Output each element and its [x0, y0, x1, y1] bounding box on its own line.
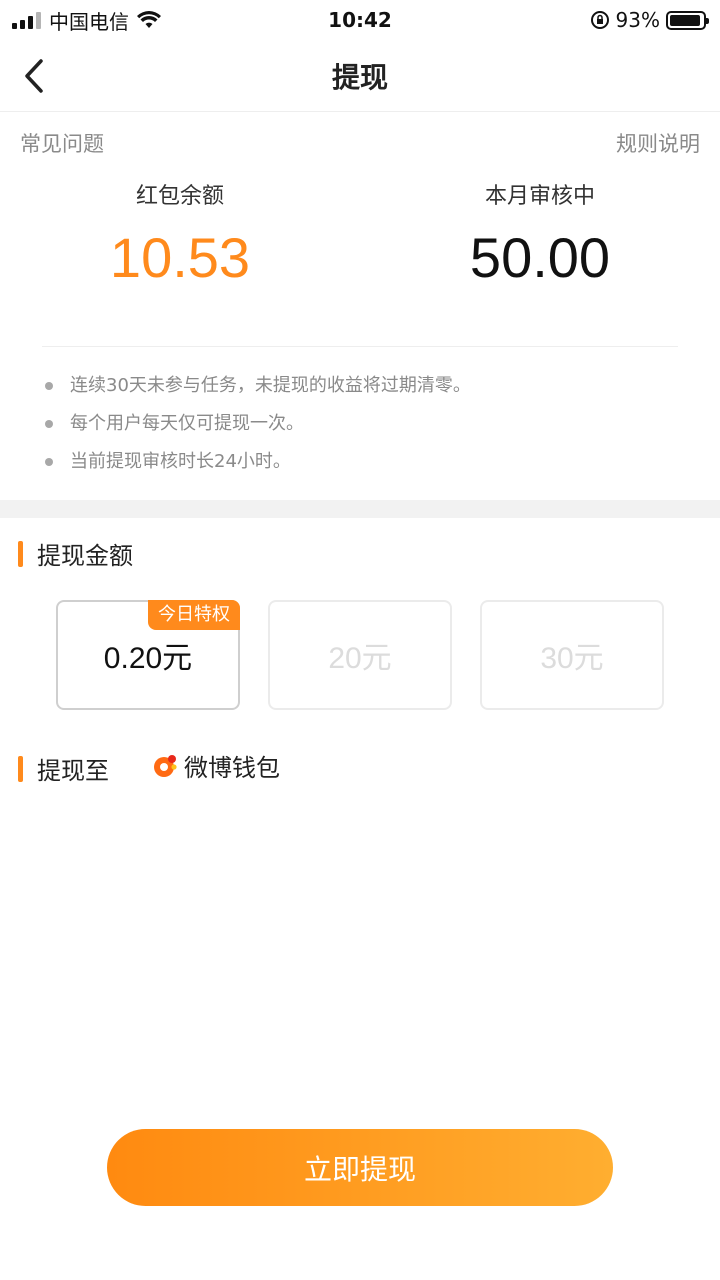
battery-fill [670, 14, 700, 26]
redpacket-balance-value: 10.53 [109, 226, 251, 289]
carrier-label: 中国电信 [49, 9, 129, 34]
signal-icon [12, 11, 41, 29]
rules-link[interactable]: 规则说明 [616, 128, 700, 158]
note-item: 连续30天未参与任务，未提现的收益将过期清零。 [42, 372, 682, 410]
target-section-title: 提现至 [37, 757, 109, 785]
weibo-wallet-option[interactable]: 微博钱包 [152, 748, 280, 783]
amount-option-label: 20元 [328, 642, 392, 675]
battery-icon [666, 10, 709, 30]
redpacket-balance-label: 红包余额 [135, 184, 224, 209]
target-section-header: 提现至 [18, 751, 109, 786]
notes-list: 连续30天未参与任务，未提现的收益将过期清零。 每个用户每天仅可提现一次。 当前… [42, 372, 682, 486]
pending-balance-value: 50.00 [469, 226, 611, 289]
page-title: 提现 [331, 60, 388, 94]
withdraw-now-button[interactable]: 立即提现 [107, 1129, 613, 1206]
note-item: 每个用户每天仅可提现一次。 [42, 410, 682, 448]
redpacket-balance: 红包余额 10.53 [0, 182, 360, 290]
amount-option-30[interactable]: 30元 [480, 600, 664, 710]
amount-section-header: 提现金额 [18, 536, 133, 571]
amount-option-0-20[interactable]: 今日特权 0.20元 [56, 600, 240, 710]
status-right: 93% [590, 8, 709, 32]
section-divider [0, 500, 720, 518]
rotation-lock-icon [590, 11, 609, 29]
pending-balance-label: 本月审核中 [484, 184, 595, 209]
back-button[interactable] [14, 54, 54, 98]
section-accent-bar [18, 540, 23, 567]
wifi-icon [137, 11, 161, 28]
faq-link[interactable]: 常见问题 [20, 128, 104, 158]
amount-section-title: 提现金额 [37, 542, 133, 570]
today-privilege-badge: 今日特权 [148, 600, 240, 630]
weibo-wallet-icon [154, 754, 177, 777]
chevron-left-icon [25, 59, 43, 93]
amount-option-label: 0.20元 [103, 642, 193, 675]
amount-option-label: 30元 [540, 642, 604, 675]
pending-balance: 本月审核中 50.00 [360, 182, 720, 290]
nav-bar: 提现 [0, 40, 720, 112]
battery-percent: 93% [615, 8, 660, 32]
divider [42, 346, 678, 347]
status-left: 中国电信 [12, 6, 161, 35]
wallet-label: 微博钱包 [184, 754, 280, 782]
section-accent-bar [18, 755, 23, 782]
note-item: 当前提现审核时长24小时。 [42, 448, 682, 486]
amount-option-20[interactable]: 20元 [268, 600, 452, 710]
status-bar: 中国电信 10:42 93% [0, 0, 720, 40]
